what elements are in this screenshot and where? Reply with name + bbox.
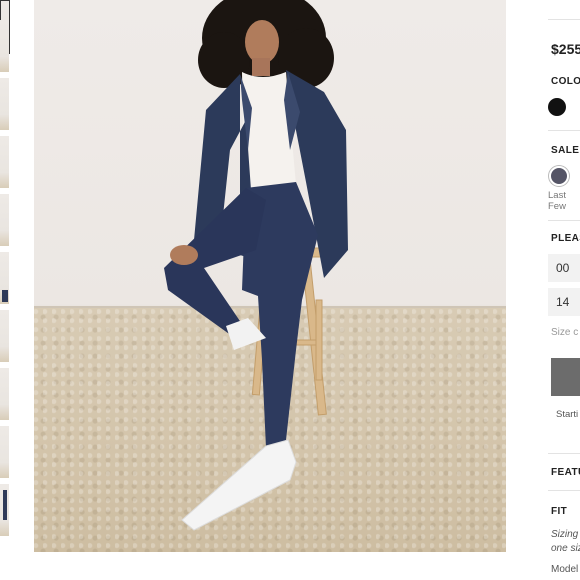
thumbnail-strip [0, 0, 10, 580]
thumbnail-6[interactable] [0, 252, 9, 305]
thumbnail-10[interactable] [0, 484, 9, 537]
product-price: $255 [551, 41, 580, 57]
color-label: COLOR [551, 76, 580, 87]
fit-note-line2: one siz [551, 543, 580, 554]
thumbnail-8[interactable] [0, 368, 9, 421]
low-stock-note: Last Few [548, 190, 566, 212]
divider [548, 220, 580, 221]
size-option-00[interactable]: 00 [548, 254, 580, 282]
size-option-14[interactable]: 14 [548, 288, 580, 316]
features-label[interactable]: FEATU [551, 467, 580, 478]
divider [548, 19, 580, 20]
color-swatch-black[interactable] [548, 98, 566, 116]
thumbnail-5[interactable] [0, 194, 9, 247]
model-info: Model [551, 564, 579, 575]
product-main-image[interactable] [34, 0, 506, 552]
model-figure [164, 0, 348, 531]
add-to-bag-button[interactable] [551, 358, 580, 396]
fit-label: FIT [551, 506, 568, 517]
size-prompt-label: PLEAS [551, 233, 580, 244]
divider [548, 490, 580, 491]
product-details-panel: $255 COLOR SALE Last Few PLEAS 00 14 Siz… [548, 0, 580, 580]
thumbnail-9[interactable] [0, 426, 9, 479]
thumbnail-4[interactable] [0, 136, 9, 189]
divider [548, 453, 580, 454]
thumbnail-2[interactable] [0, 20, 9, 73]
fit-note-line1: Sizing [551, 529, 579, 540]
thumbnail-7[interactable] [0, 310, 9, 363]
thumbnail-3[interactable] [0, 78, 9, 131]
size-chart-link[interactable]: Size c [551, 327, 578, 338]
color-swatch-sale[interactable] [549, 166, 569, 186]
sale-label: SALE [551, 145, 580, 156]
starting-price-note: Starti [556, 409, 579, 420]
divider [548, 130, 580, 131]
